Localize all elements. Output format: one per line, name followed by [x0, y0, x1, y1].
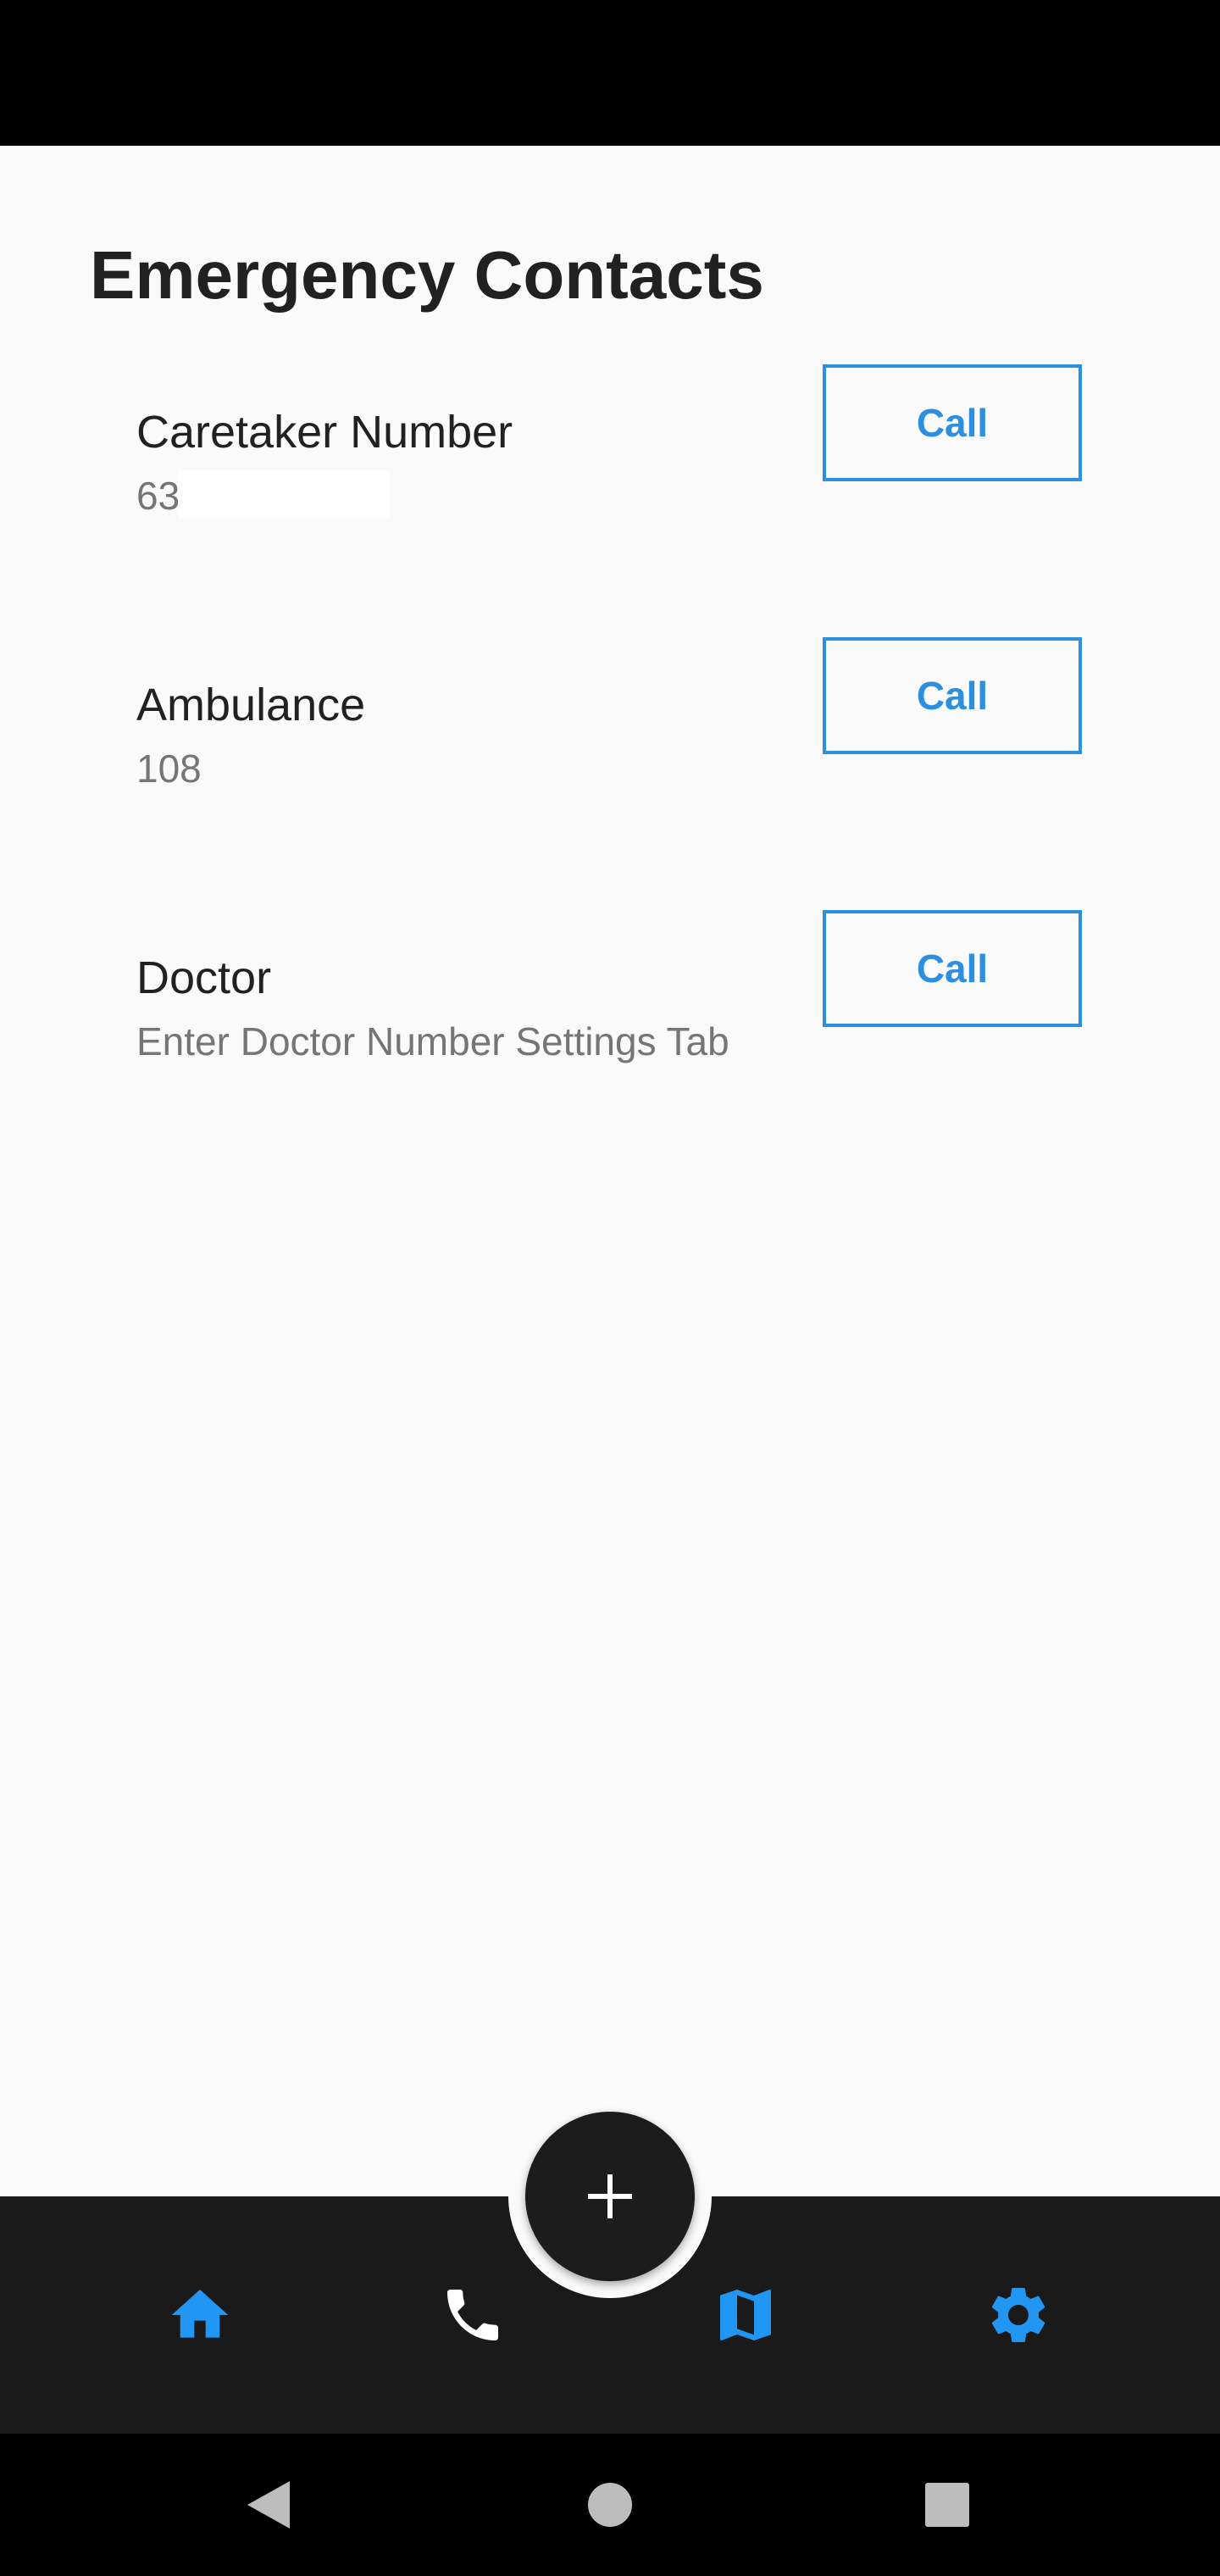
contact-name: Caretaker Number: [136, 407, 513, 458]
contact-name: Doctor: [136, 952, 272, 1003]
contact-doctor: Doctor Enter Doctor Number Settings Tab …: [0, 910, 1220, 1092]
contact-number: 108: [136, 747, 202, 791]
system-back-button[interactable]: [225, 2461, 313, 2549]
nav-phone[interactable]: [422, 2264, 524, 2366]
system-home-button[interactable]: [566, 2461, 654, 2549]
plus-icon: [588, 2174, 632, 2218]
nav-settings[interactable]: [968, 2264, 1069, 2366]
status-bar: [0, 0, 1220, 146]
home-circle-icon: [588, 2483, 632, 2527]
contact-ambulance: Ambulance 108 Call: [0, 637, 1220, 819]
page-title: Emergency Contacts: [90, 237, 764, 313]
nav-home[interactable]: [149, 2264, 251, 2366]
contact-number: 63: [136, 474, 180, 518]
settings-icon: [991, 2288, 1045, 2342]
map-icon: [720, 2290, 771, 2340]
contact-caretaker: Caretaker Number 63 Call: [0, 364, 1220, 547]
contact-name: Ambulance: [136, 680, 366, 730]
call-doctor-button[interactable]: Call: [823, 910, 1082, 1027]
contact-number: Enter Doctor Number Settings Tab: [136, 1019, 729, 1063]
phone-icon: [447, 2290, 498, 2340]
back-icon: [247, 2481, 290, 2529]
call-ambulance-button[interactable]: Call: [823, 637, 1082, 754]
call-caretaker-button[interactable]: Call: [823, 364, 1082, 481]
system-recents-button[interactable]: [903, 2461, 991, 2549]
home-icon: [171, 2290, 229, 2338]
recents-icon: [925, 2483, 969, 2527]
add-fab-button[interactable]: [525, 2112, 695, 2281]
nav-map[interactable]: [695, 2264, 796, 2366]
redaction-mask: [178, 470, 390, 518]
